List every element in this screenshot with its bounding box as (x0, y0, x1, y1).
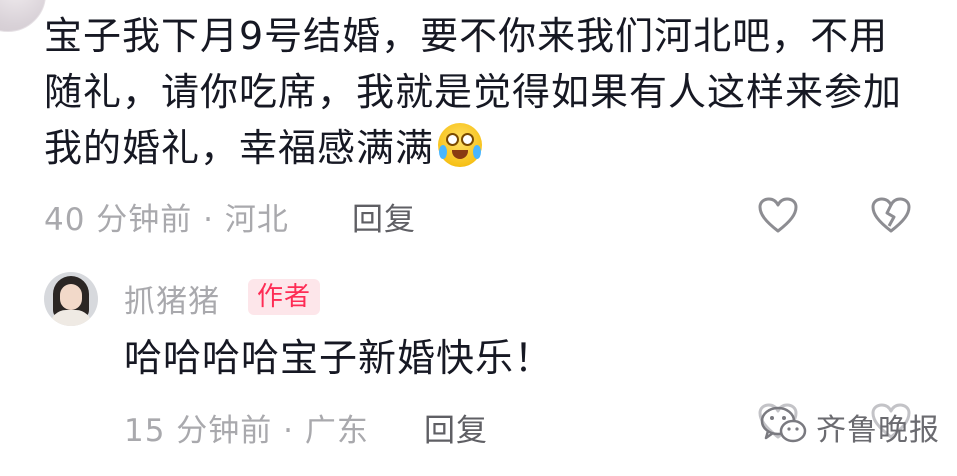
comment-reply-button[interactable]: 回复 (352, 194, 416, 239)
reply-reply-button[interactable]: 回复 (424, 405, 488, 450)
crying-laughing-emoji-icon (438, 123, 483, 167)
broken-heart-icon[interactable] (870, 196, 912, 234)
author-username[interactable]: 抓猪猪 (124, 276, 220, 321)
watermark-text: 齐鲁晚报 (816, 413, 940, 448)
heart-outline-icon[interactable] (757, 196, 799, 234)
author-badge: 作者 (248, 279, 321, 315)
wechat-icon (760, 405, 808, 449)
comment-meta: 40 分钟前 · 河北 (44, 202, 289, 238)
reply-body: 哈哈哈哈宝子新婚快乐！ (124, 336, 554, 380)
commenter-avatar[interactable] (0, 0, 46, 32)
reply-meta: 15 分钟前 · 广东 (124, 413, 369, 449)
author-avatar[interactable] (44, 272, 98, 326)
comment-body: 宝子我下月9号结婚，要不你来我们河北吧，不用随礼，请你吃席，我就是觉得如果有人这… (44, 8, 924, 176)
watermark: 齐鲁晚报 (760, 405, 940, 449)
